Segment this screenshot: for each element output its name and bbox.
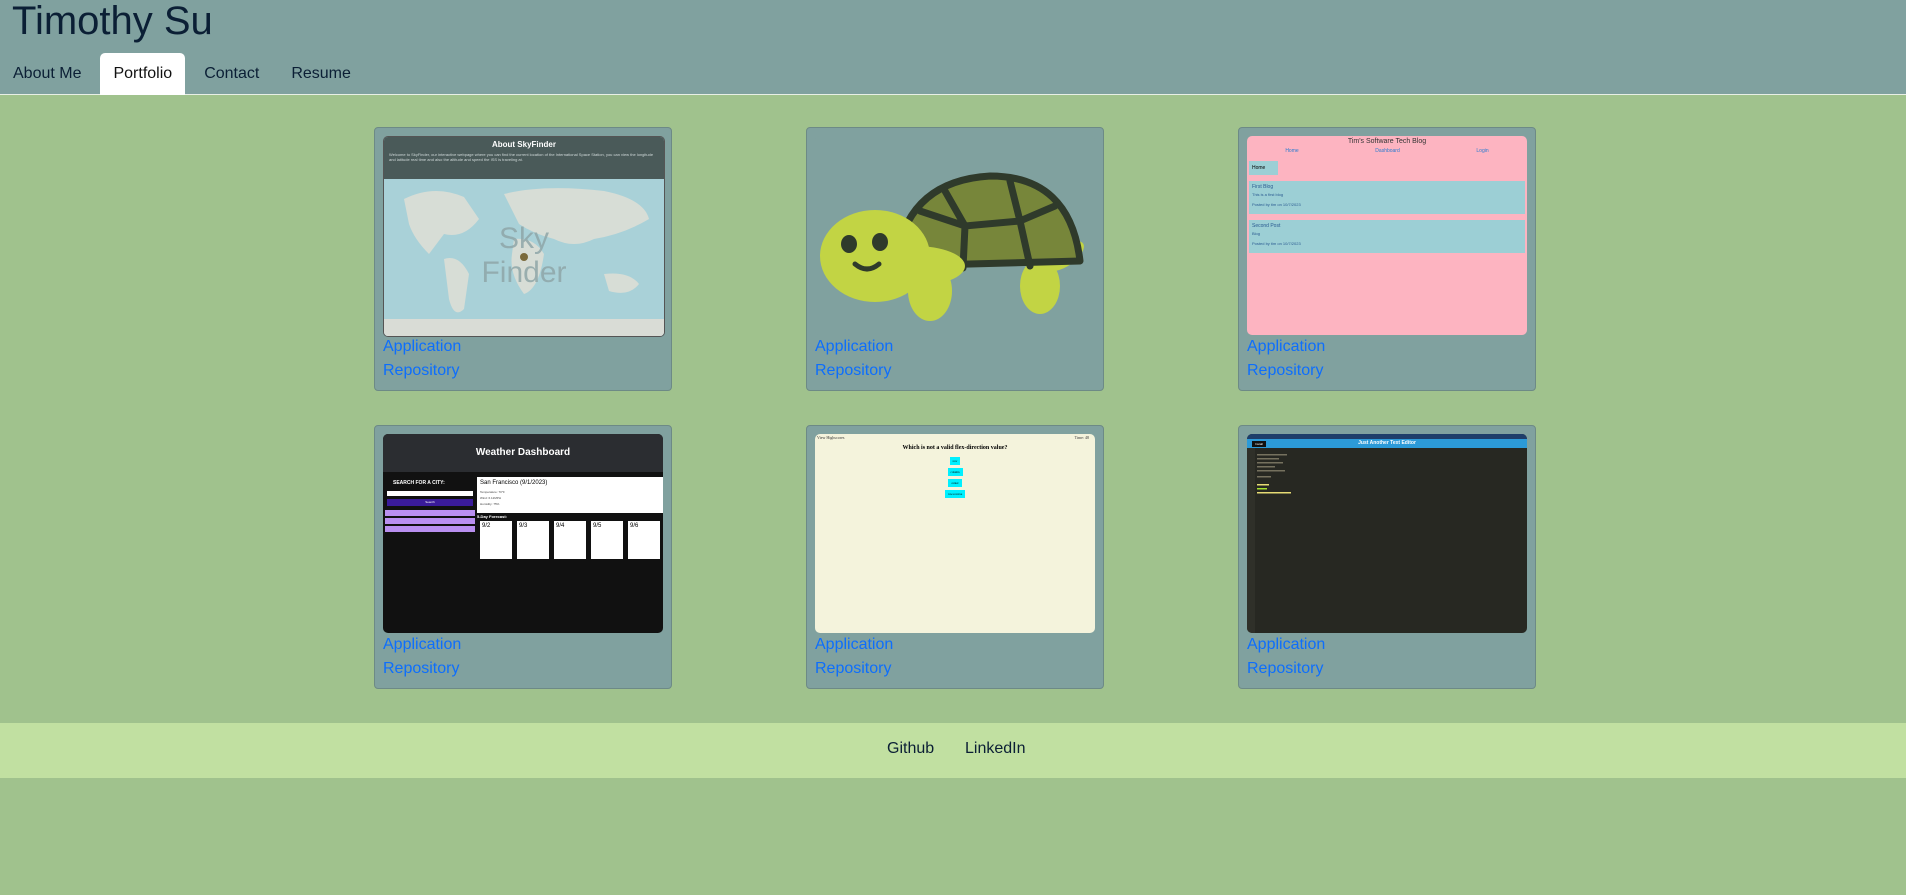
weather-forecast-heading: 5-Day Forecast: [477,514,508,519]
skyfinder-overlay-line-2: Finder [481,256,567,289]
repository-link[interactable]: Repository [383,362,459,380]
application-link[interactable]: Application [1247,636,1325,654]
quiz-answers: row column center row-reverse [815,457,1095,498]
skyfinder-header-panel: About SkyFinder Welcome to SkyFinder, ou… [384,137,664,179]
quiz-answer: row-reverse [944,490,966,498]
weather-current-city: San Francisco (9/1/2023) [480,480,548,486]
nav-tab-contact[interactable]: Contact [191,53,272,94]
weather-title: Weather Dashboard [383,434,663,472]
application-link[interactable]: Application [815,636,893,654]
blog-post-title: First Blog [1252,184,1274,190]
weather-dashboard-screenshot: Weather Dashboard SEARCH FOR A CITY: Sea… [383,434,663,633]
text-editor-screenshot: Install Just Another Text Editor [1247,434,1527,633]
blog-title: Tim's Software Tech Blog [1347,138,1427,145]
site-title: Timothy Su [12,0,213,43]
weather-history-item [385,526,475,532]
blog-post-body: Blog [1252,231,1261,236]
blog-nav-dashboard: Dashboard [1375,148,1400,154]
site-footer: Github LinkedIn [0,723,1906,778]
quiz-question: Which is not a valid flex-direction valu… [902,445,1008,451]
weather-search-panel: SEARCH FOR A CITY: Search [385,478,475,538]
repository-link[interactable]: Repository [383,660,459,678]
blog-post-meta: Posted by tim on 10/7/2023 [1252,241,1301,246]
nav-tab-about-me[interactable]: About Me [0,53,94,94]
editor-navbar: Install Just Another Text Editor [1247,439,1527,448]
quiz-answer: column [947,468,963,476]
skyfinder-screenshot: About SkyFinder Welcome to SkyFinder, ou… [383,136,665,337]
nav-tab-portfolio[interactable]: Portfolio [100,53,186,95]
blog-nav-login: Login [1476,148,1489,154]
footer-link-linkedin[interactable]: LinkedIn [965,740,1026,758]
weather-history-item [385,518,475,524]
skyfinder-heading: About SkyFinder [491,140,556,149]
weather-forecast-row: 9/2 9/3 9/4 9/5 9/6 [480,521,660,559]
forecast-card: 9/6 [628,521,660,559]
repository-link[interactable]: Repository [1247,660,1323,678]
forecast-card: 9/5 [591,521,623,559]
application-link[interactable]: Application [383,636,461,654]
application-link[interactable]: Application [383,338,461,356]
quiz-answer: row [949,457,961,465]
skyfinder-overlay-line-1: Sky [498,222,549,255]
blog-post-body: This is a first blog [1252,192,1284,197]
blog-nav: Home Dashboard Login [1247,148,1527,154]
repository-link[interactable]: Repository [815,362,891,380]
quiz-highscores: View Highscores [817,435,845,440]
project-card-tech-blog: Tim's Software Tech Blog Home Dashboard … [1238,127,1536,391]
project-card-quiz: View Highscores Time: 48 Which is not a … [806,425,1104,689]
blog-post-1: First Blog This is a first blog Posted b… [1249,181,1525,214]
quiz-timer: Time: 48 [1074,435,1089,440]
repository-link[interactable]: Repository [815,660,891,678]
blog-post-title: Second Post [1252,223,1281,229]
repository-link[interactable]: Repository [1247,362,1323,380]
nav-tab-resume[interactable]: Resume [278,53,364,94]
weather-current-line: Humidity: 75% [480,502,500,506]
blog-post-meta: Posted by tim on 10/7/2023 [1252,202,1301,207]
project-card-skyfinder: About SkyFinder Welcome to SkyFinder, ou… [374,127,672,391]
weather-search-input [387,491,473,496]
editor-title: Just Another Text Editor [1358,440,1416,446]
weather-search-label: SEARCH FOR A CITY: [393,480,445,486]
quiz-answer: center [948,479,962,487]
skyfinder-blurb: Welcome to SkyFinder, our interactive we… [389,152,654,162]
footer-link-github[interactable]: Github [887,740,934,758]
site-header: Timothy Su About Me Portfolio Contact Re… [0,0,1906,95]
blog-home-button: Home [1249,161,1278,175]
turtle-image [815,136,1095,335]
application-link[interactable]: Application [1247,338,1325,356]
application-link[interactable]: Application [815,338,893,356]
tech-blog-screenshot: Tim's Software Tech Blog Home Dashboard … [1247,136,1527,335]
forecast-card: 9/4 [554,521,586,559]
project-card-weather: Weather Dashboard SEARCH FOR A CITY: Sea… [374,425,672,689]
forecast-card: 9/3 [517,521,549,559]
blog-nav-home: Home [1285,148,1299,154]
weather-history-item [385,510,475,516]
skyfinder-overlay-text: Sky Finder [384,222,664,290]
code-area [1247,448,1291,633]
editor-install-button: Install [1252,441,1266,447]
weather-search-button: Search [387,499,473,506]
quiz-screenshot: View Highscores Time: 48 Which is not a … [815,434,1095,633]
blog-post-2: Second Post Blog Posted by tim on 10/7/2… [1249,220,1525,253]
weather-current: San Francisco (9/1/2023) Temperature: 70… [477,477,663,513]
project-card-text-editor: Install Just Another Text Editor Applica… [1238,425,1536,689]
main-nav: About Me Portfolio Contact Resume [0,53,370,95]
forecast-card: 9/2 [480,521,512,559]
turtle-icon [815,136,1095,335]
project-card-turtle: Application Repository [806,127,1104,391]
